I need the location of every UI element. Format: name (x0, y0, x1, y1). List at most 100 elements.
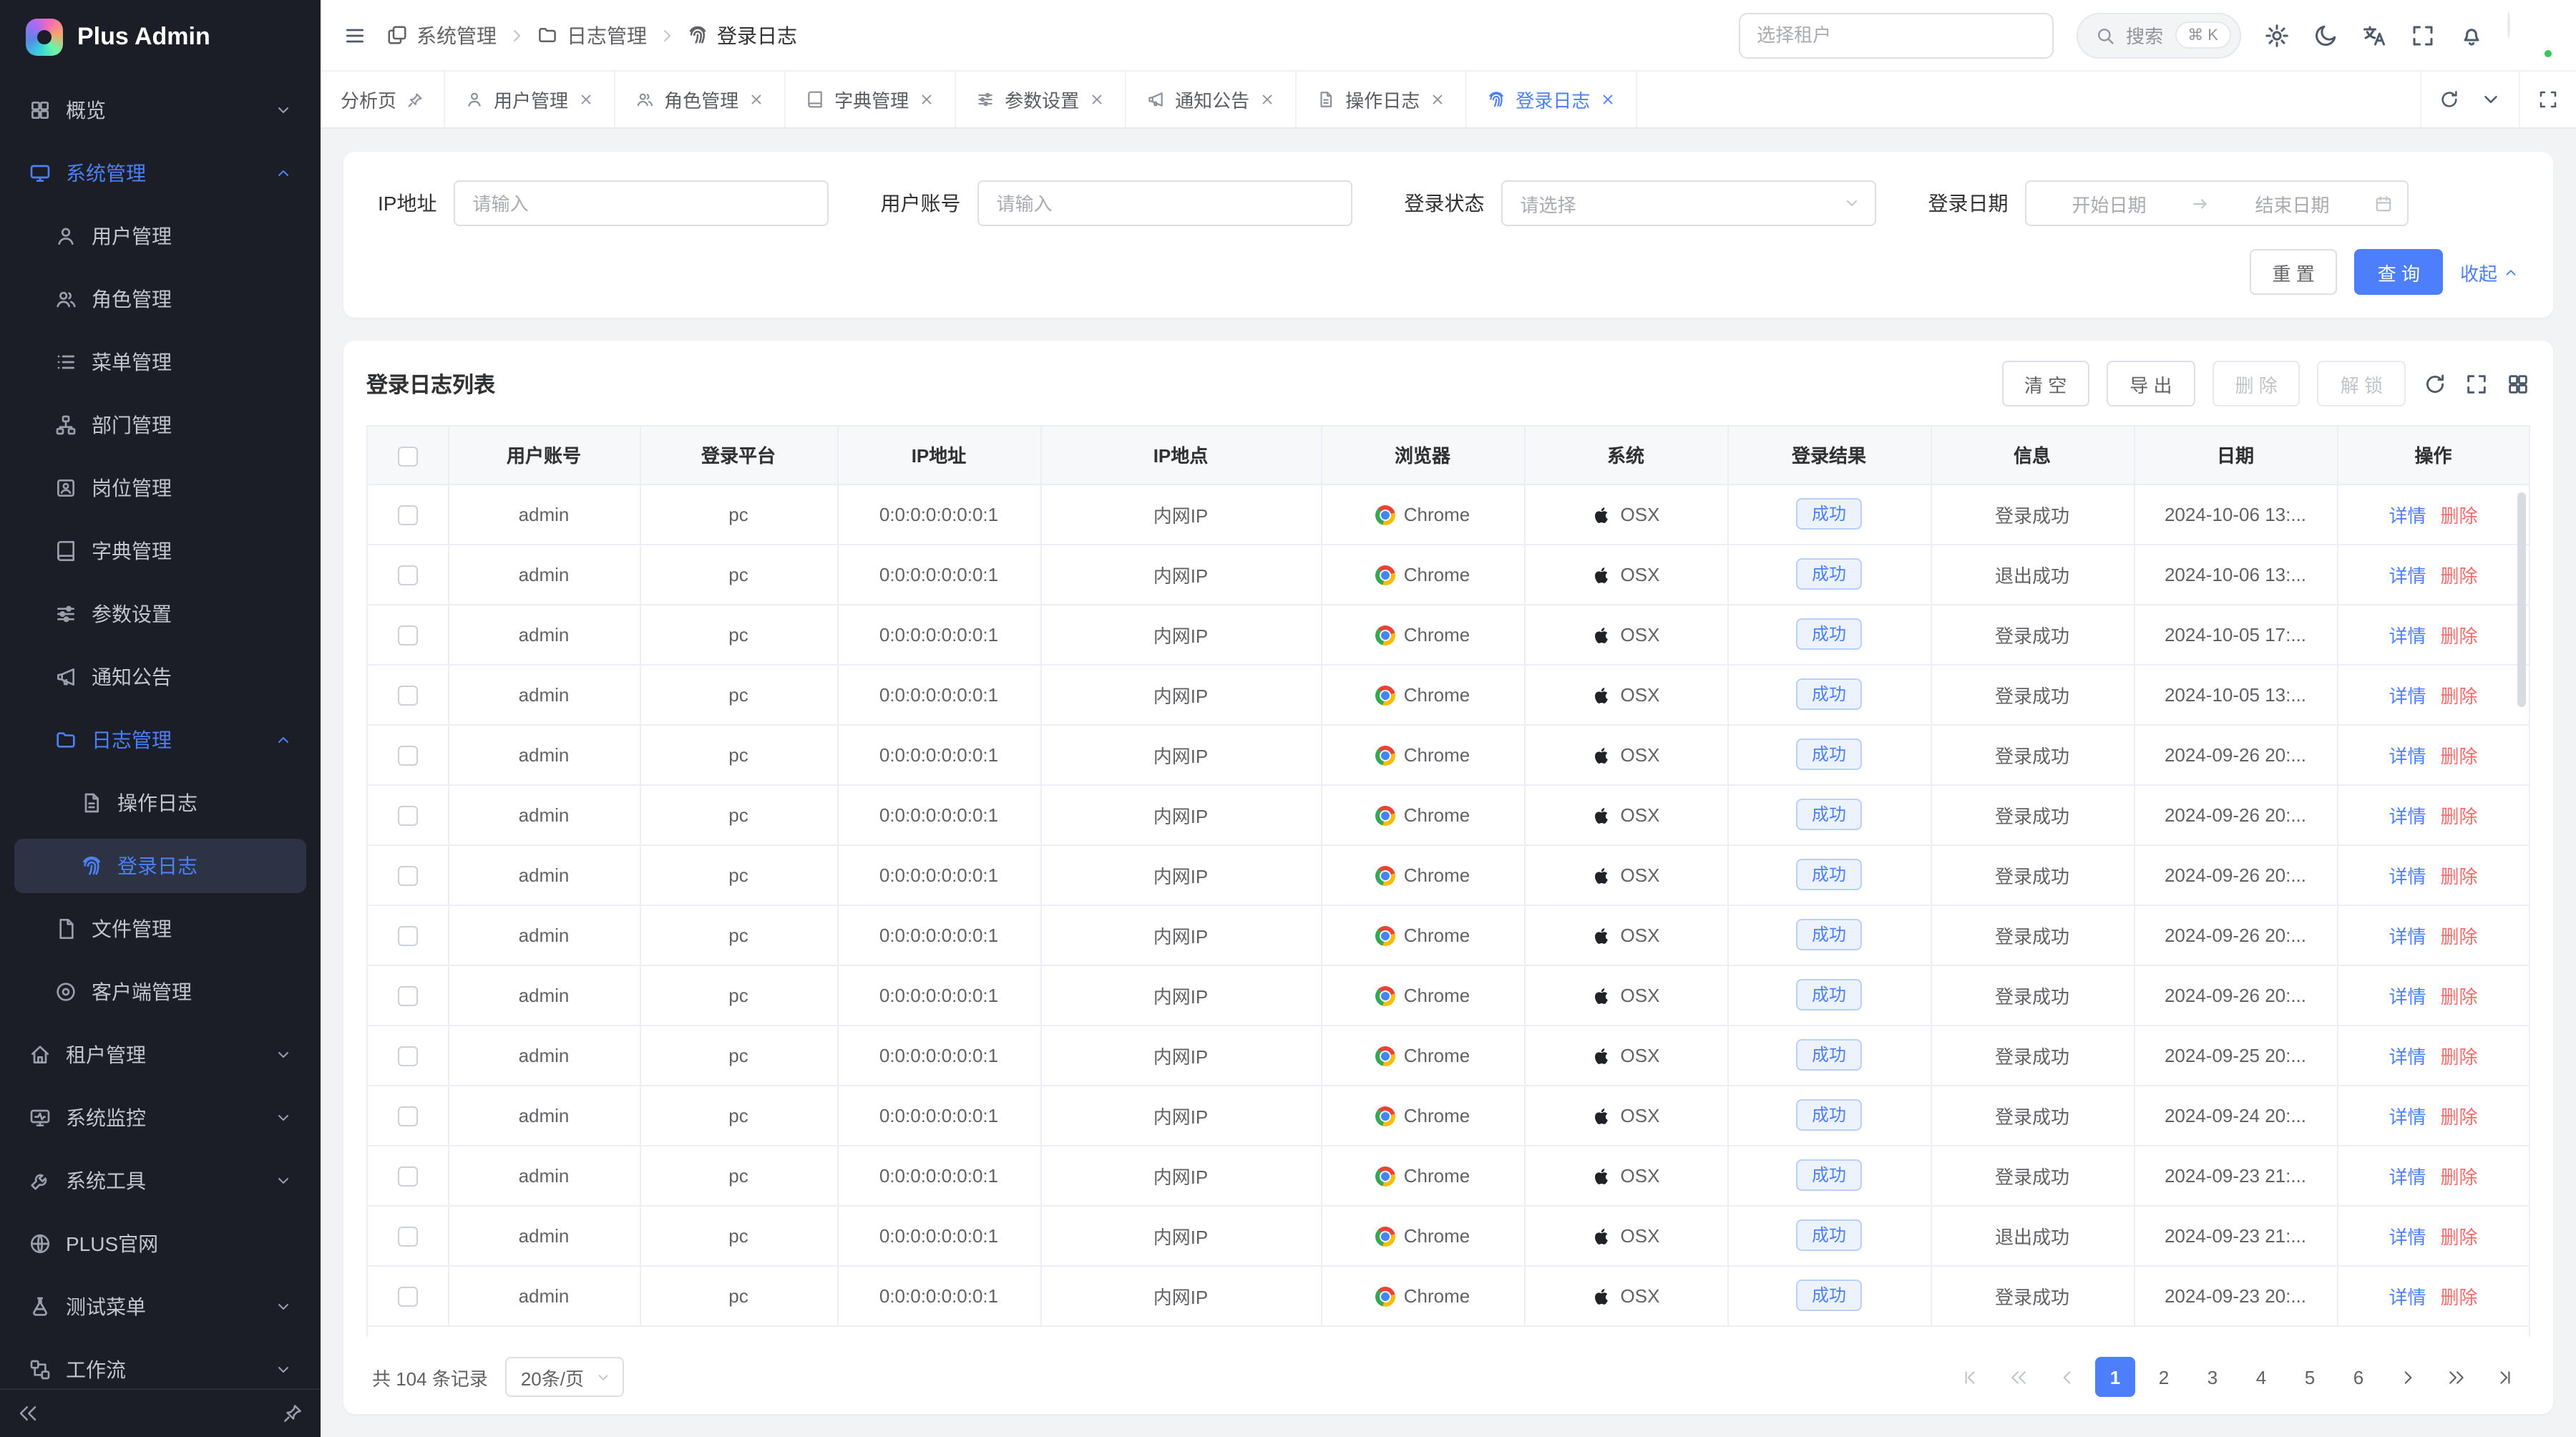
delete-link[interactable]: 删除 (2441, 1226, 2478, 1247)
refresh-tab-icon[interactable] (2439, 89, 2460, 110)
detail-link[interactable]: 详情 (2389, 865, 2426, 887)
sidebar-item-user-mgmt[interactable]: 用户管理 (14, 209, 306, 263)
row-checkbox[interactable] (398, 1106, 418, 1126)
page-number-button[interactable]: 3 (2192, 1357, 2233, 1397)
last-page-button[interactable] (2484, 1357, 2524, 1397)
sidebar-item-system-mgmt[interactable]: 系统管理 (14, 146, 306, 200)
sidebar-item-sys-tools[interactable]: 系统工具 (14, 1154, 306, 1208)
sidebar-item-file-mgmt[interactable]: 文件管理 (14, 902, 306, 956)
sidebar-collapse-button[interactable] (17, 1403, 39, 1424)
page-number-button[interactable]: 1 (2095, 1357, 2135, 1397)
column-header[interactable]: 信息 (1931, 427, 2134, 484)
breadcrumb-item[interactable]: 登录日志 (687, 21, 797, 49)
tab-close-icon[interactable] (748, 92, 764, 107)
detail-link[interactable]: 详情 (2389, 1166, 2426, 1187)
detail-link[interactable]: 详情 (2389, 1046, 2426, 1067)
tab-notice[interactable]: 通知公告 (1126, 72, 1297, 127)
delete-link[interactable]: 删除 (2441, 1166, 2478, 1187)
column-header[interactable]: IP地址 (837, 427, 1040, 484)
row-checkbox[interactable] (398, 866, 418, 886)
hamburger-menu-button[interactable] (343, 24, 366, 47)
sidebar-item-dept-mgmt[interactable]: 部门管理 (14, 398, 306, 452)
delete-link[interactable]: 删除 (2441, 1046, 2478, 1067)
sidebar-item-dict-mgmt[interactable]: 字典管理 (14, 524, 306, 578)
sidebar-item-client-mgmt[interactable]: 客户端管理 (14, 965, 306, 1019)
user-avatar[interactable] (2507, 12, 2553, 58)
sidebar-pin-icon[interactable] (282, 1403, 303, 1424)
translate-icon[interactable] (2361, 22, 2387, 48)
column-header[interactable]: 浏览器 (1321, 427, 1524, 484)
collapse-filters-link[interactable]: 收起 (2460, 258, 2519, 286)
sidebar-item-param-settings[interactable]: 参数设置 (14, 587, 306, 641)
tab-role-mgmt[interactable]: 角色管理 (615, 72, 786, 127)
delete-link[interactable]: 删除 (2441, 625, 2478, 646)
row-checkbox[interactable] (398, 625, 418, 646)
row-checkbox[interactable] (398, 1046, 418, 1066)
delete-link[interactable]: 删除 (2441, 985, 2478, 1007)
detail-link[interactable]: 详情 (2389, 1226, 2426, 1247)
delete-link[interactable]: 删除 (2441, 925, 2478, 947)
tab-op-log[interactable]: 操作日志 (1297, 72, 1467, 127)
table-scrollbar[interactable] (2517, 492, 2526, 707)
prev-page-button[interactable] (2046, 1357, 2087, 1397)
page-size-select[interactable]: 20条/页 (505, 1357, 624, 1397)
tab-user-mgmt[interactable]: 用户管理 (445, 72, 615, 127)
export-button[interactable]: 导 出 (2107, 361, 2195, 406)
detail-link[interactable]: 详情 (2389, 685, 2426, 706)
delete-link[interactable]: 删除 (2441, 505, 2478, 526)
table-refresh-icon[interactable] (2423, 371, 2447, 396)
fullscreen-icon[interactable] (2410, 22, 2436, 48)
page-number-button[interactable]: 4 (2241, 1357, 2281, 1397)
row-checkbox[interactable] (398, 1166, 418, 1187)
tab-close-icon[interactable] (1089, 92, 1105, 107)
content-fullscreen-icon[interactable] (2537, 89, 2559, 110)
page-number-button[interactable]: 5 (2290, 1357, 2330, 1397)
sidebar-item-plus-site[interactable]: PLUS官网 (14, 1217, 306, 1271)
dark-mode-moon-icon[interactable] (2313, 22, 2338, 48)
delete-link[interactable]: 删除 (2441, 1106, 2478, 1127)
first-page-button[interactable] (1949, 1357, 1989, 1397)
row-checkbox[interactable] (398, 746, 418, 766)
search-button[interactable]: 查 询 (2355, 249, 2443, 295)
column-header[interactable]: 登录结果 (1727, 427, 1931, 484)
row-checkbox[interactable] (398, 806, 418, 826)
delete-link[interactable]: 删除 (2441, 745, 2478, 766)
tab-close-icon[interactable] (1430, 92, 1445, 107)
tab-close-icon[interactable] (1259, 92, 1275, 107)
tab-close-icon[interactable] (919, 92, 935, 107)
delete-link[interactable]: 删除 (2441, 1286, 2478, 1307)
reset-button[interactable]: 重 置 (2249, 249, 2337, 295)
tab-close-icon[interactable] (1600, 92, 1616, 107)
tab-close-icon[interactable] (578, 92, 594, 107)
select-all-checkbox[interactable] (398, 446, 418, 466)
app-logo[interactable]: Plus Admin (0, 0, 321, 74)
settings-gear-icon[interactable] (2264, 22, 2290, 48)
ip-filter-input[interactable] (454, 180, 829, 226)
column-settings-icon[interactable] (2506, 371, 2530, 396)
row-checkbox[interactable] (398, 926, 418, 946)
delete-link[interactable]: 删除 (2441, 805, 2478, 827)
column-header[interactable]: 系统 (1524, 427, 1727, 484)
sidebar-item-op-log[interactable]: 操作日志 (14, 776, 306, 830)
sidebar-item-login-log[interactable]: 登录日志 (14, 839, 306, 893)
sidebar-item-post-mgmt[interactable]: 岗位管理 (14, 461, 306, 515)
date-range-picker[interactable]: 开始日期 结束日期 (2025, 180, 2409, 226)
delete-link[interactable]: 删除 (2441, 865, 2478, 887)
prev-pages-button[interactable] (1998, 1357, 2038, 1397)
column-header[interactable]: 用户账号 (448, 427, 640, 484)
sidebar-item-sys-monitor[interactable]: 系统监控 (14, 1091, 306, 1145)
tab-param-settings[interactable]: 参数设置 (956, 72, 1126, 127)
delete-button[interactable]: 删 除 (2212, 361, 2301, 406)
detail-link[interactable]: 详情 (2389, 1106, 2426, 1127)
page-number-button[interactable]: 2 (2144, 1357, 2184, 1397)
tab-dict-mgmt[interactable]: 字典管理 (786, 72, 956, 127)
tab-login-log[interactable]: 登录日志 (1467, 72, 1637, 127)
row-checkbox[interactable] (398, 505, 418, 525)
row-checkbox[interactable] (398, 1287, 418, 1307)
tab-analysis[interactable]: 分析页 (321, 72, 445, 127)
column-header[interactable]: IP地点 (1040, 427, 1321, 484)
sidebar-item-overview[interactable]: 概览 (14, 83, 306, 137)
sidebar-item-tenant-mgmt[interactable]: 租户管理 (14, 1028, 306, 1082)
tenant-select-input[interactable] (1738, 12, 2053, 58)
row-checkbox[interactable] (398, 686, 418, 706)
